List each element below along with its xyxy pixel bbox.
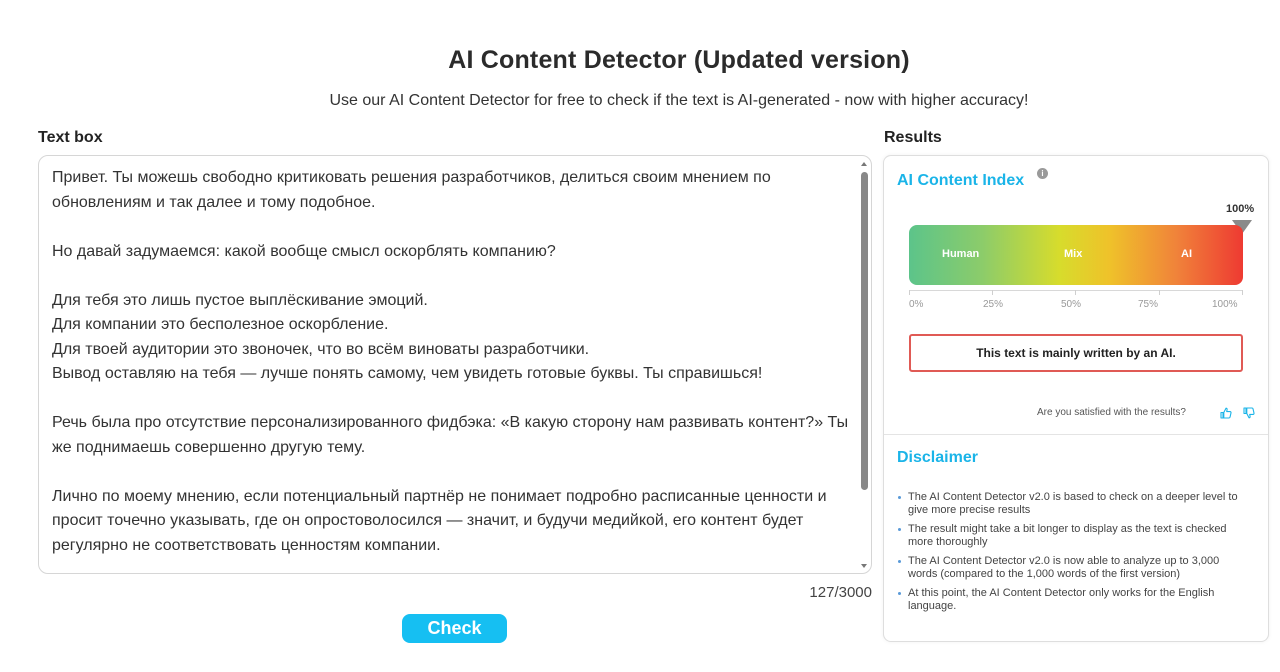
results-divider bbox=[884, 434, 1268, 435]
text-paragraph: Речь была про отсутствие персонализирова… bbox=[52, 414, 849, 456]
check-button[interactable]: Check bbox=[402, 614, 507, 643]
text-input-area[interactable]: Привет. Ты можешь свободно критиковать р… bbox=[38, 155, 872, 574]
page-subtitle: Use our AI Content Detector for free to … bbox=[329, 92, 1029, 109]
verdict-box: This text is mainly written by an AI. bbox=[909, 334, 1243, 372]
scale-tick-label: 75% bbox=[1138, 299, 1159, 310]
gauge-label-ai: AI bbox=[1181, 248, 1192, 260]
info-icon[interactable]: i bbox=[1037, 168, 1048, 179]
text-paragraph: Привет. Ты можешь свободно критиковать р… bbox=[52, 169, 771, 211]
thumb-up-icon[interactable] bbox=[1220, 407, 1232, 419]
text-paragraph: Но давай задумаемся: какой вообще смысл … bbox=[52, 242, 556, 260]
scale-tick-label: 0% bbox=[909, 299, 924, 310]
scale-tick-label: 25% bbox=[983, 299, 1004, 310]
results-panel: AI Content Index i 100% Human Mix AI 0% … bbox=[883, 155, 1269, 642]
scrollbar-thumb[interactable] bbox=[861, 172, 868, 490]
disclaimer-item: At this point, the AI Content Detector o… bbox=[897, 587, 1247, 612]
disclaimer-item: The AI Content Detector v2.0 is based to… bbox=[897, 491, 1247, 516]
text-paragraph: Лично по моему мнению, если потенциальны… bbox=[52, 487, 827, 554]
page-title: AI Content Detector (Updated version) bbox=[448, 46, 910, 74]
score-percentage: 100% bbox=[1226, 203, 1255, 215]
satisfaction-prompt: Are you satisfied with the results? bbox=[1037, 407, 1186, 418]
results-label: Results bbox=[884, 129, 942, 146]
scale-tick bbox=[1242, 290, 1243, 295]
scale-tick bbox=[909, 290, 910, 295]
ai-content-index-title: AI Content Index bbox=[897, 172, 1025, 189]
scrollbar[interactable] bbox=[860, 162, 869, 568]
gauge-scale: 0% 25% 50% 75% 100% bbox=[909, 290, 1243, 312]
ai-index-gauge: Human Mix AI bbox=[909, 225, 1243, 285]
scale-tick bbox=[992, 290, 993, 295]
scale-tick bbox=[1075, 290, 1076, 295]
text-box-label: Text box bbox=[38, 129, 103, 146]
disclaimer-item: The AI Content Detector v2.0 is now able… bbox=[897, 555, 1247, 580]
scale-tick-label: 100% bbox=[1212, 299, 1238, 310]
text-paragraph: Для тебя это лишь пустое выплёскивание э… bbox=[52, 291, 763, 383]
text-content[interactable]: Привет. Ты можешь свободно критиковать р… bbox=[52, 166, 852, 571]
scroll-down-arrow-icon[interactable] bbox=[861, 564, 867, 568]
thumb-down-icon[interactable] bbox=[1243, 407, 1255, 419]
disclaimer-item: The result might take a bit longer to di… bbox=[897, 523, 1247, 548]
scroll-up-arrow-icon[interactable] bbox=[861, 162, 867, 166]
scale-tick bbox=[1159, 290, 1160, 295]
gauge-label-human: Human bbox=[942, 248, 980, 260]
disclaimer-list: The AI Content Detector v2.0 is based to… bbox=[897, 491, 1247, 619]
disclaimer-title: Disclaimer bbox=[897, 449, 978, 466]
character-count: 127/3000 bbox=[809, 584, 872, 601]
scale-line bbox=[909, 290, 1243, 291]
gauge-label-mix: Mix bbox=[1064, 248, 1083, 260]
scale-tick-label: 50% bbox=[1061, 299, 1082, 310]
